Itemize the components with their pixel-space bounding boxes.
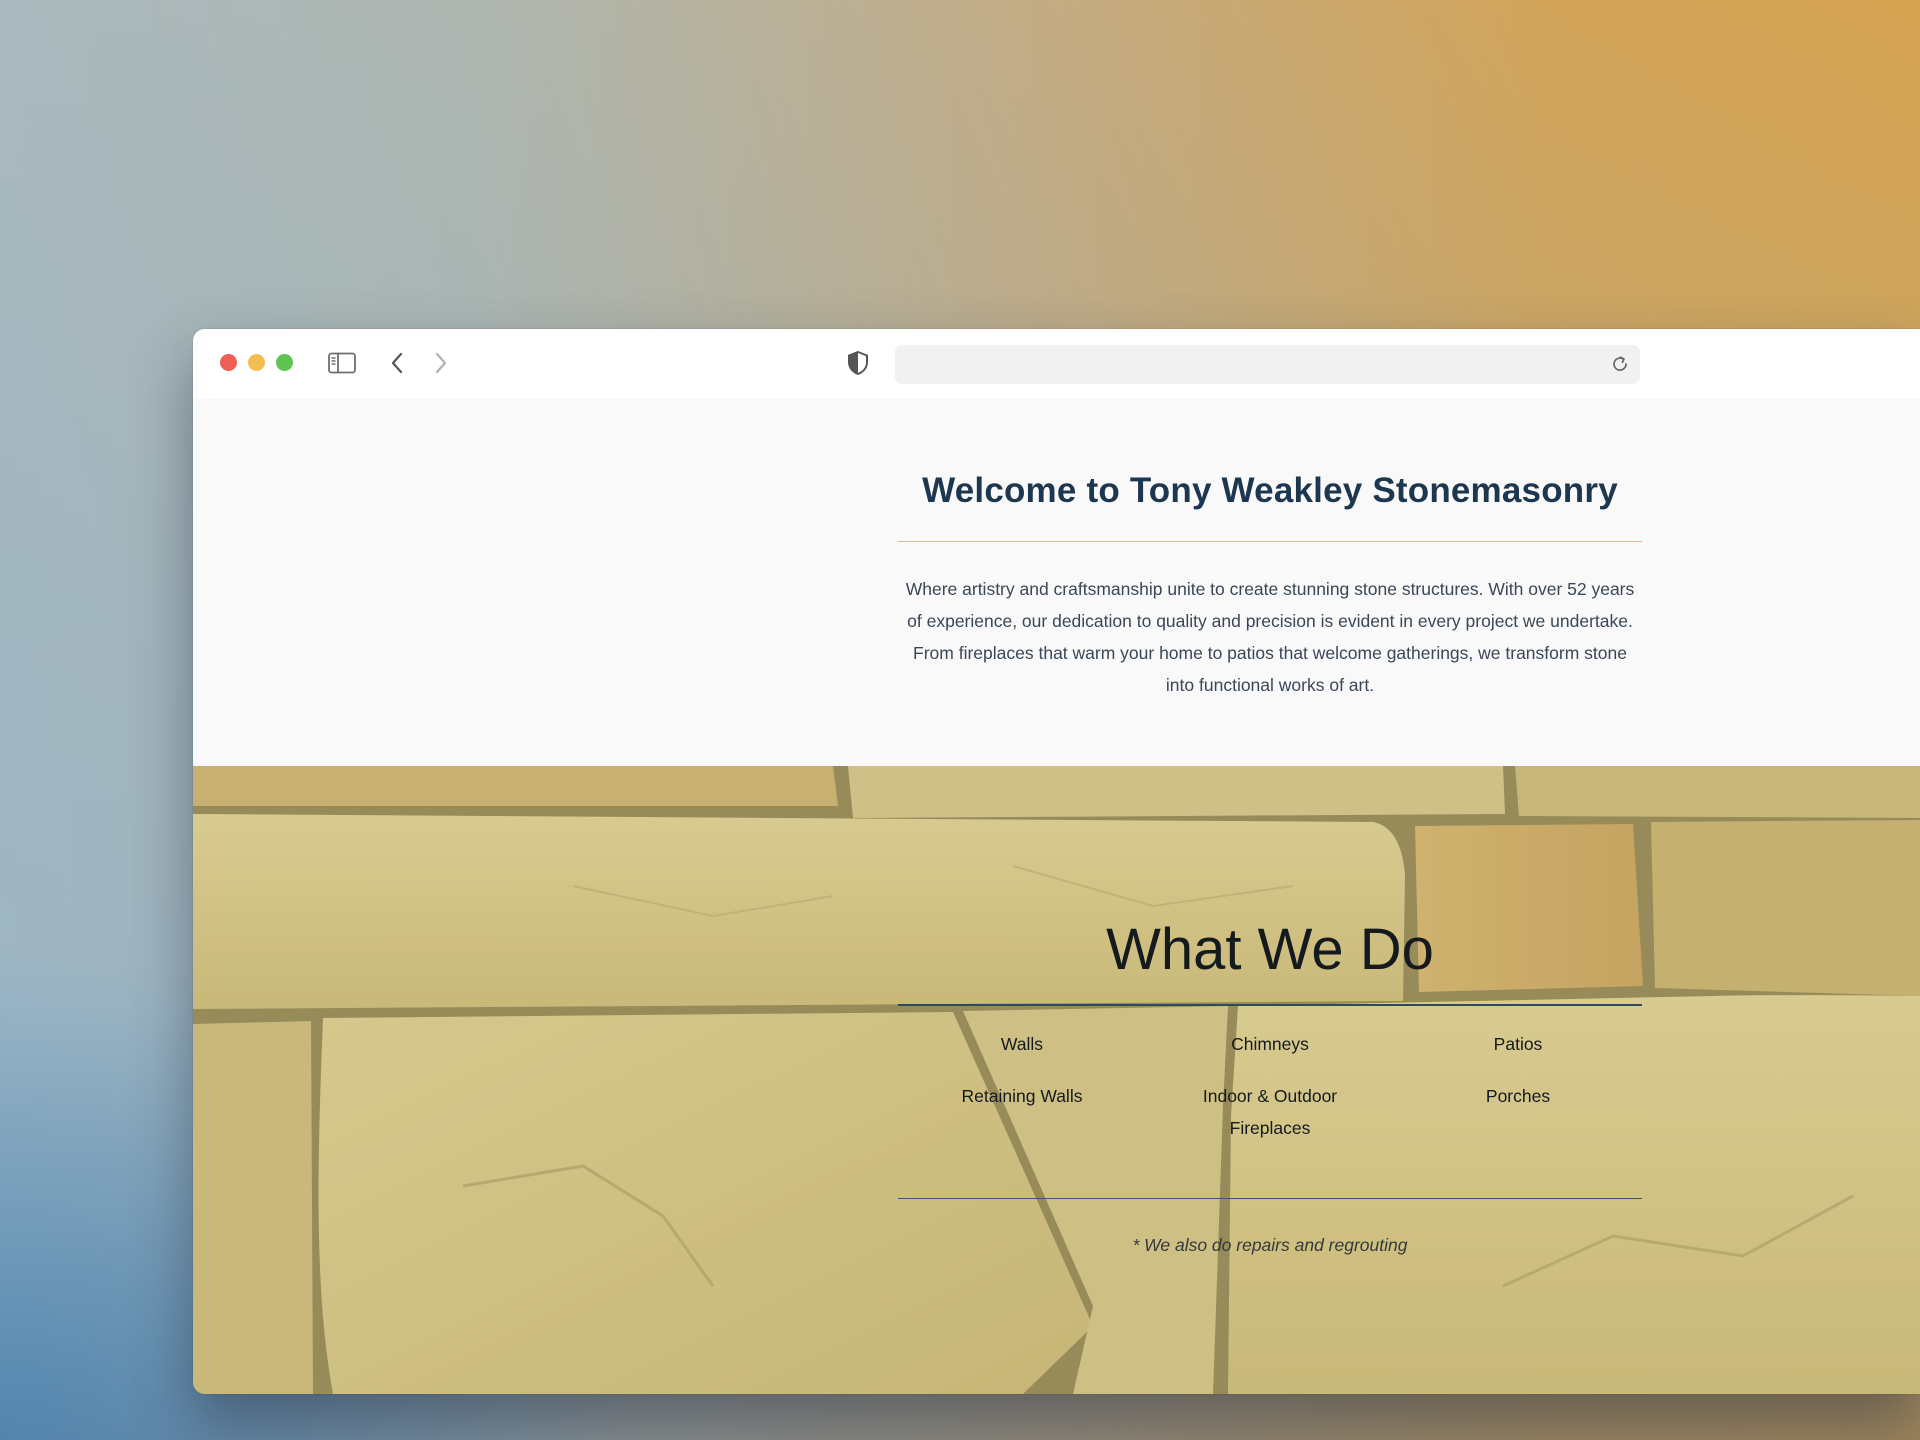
address-bar[interactable] <box>895 345 1640 384</box>
webpage: Welcome to Tony Weakley Stonemasonry Whe… <box>193 399 1920 1394</box>
welcome-title: Welcome to Tony Weakley Stonemasonry <box>922 471 1618 510</box>
welcome-text: Where artistry and craftsmanship unite t… <box>905 579 1635 695</box>
sidebar-toggle-icon[interactable] <box>327 349 357 377</box>
browser-toolbar <box>193 329 1920 399</box>
service-porches: Porches <box>1485 1086 1551 1106</box>
services-note: * We also do repairs and regrouting <box>1132 1235 1408 1255</box>
browser-window: Welcome to Tony Weakley Stonemasonry Whe… <box>193 329 1920 1394</box>
service-patios: Patios <box>1493 1034 1543 1054</box>
maximize-window-button[interactable] <box>276 354 293 371</box>
close-window-button[interactable] <box>220 354 237 371</box>
welcome-section: Welcome to Tony Weakley Stonemasonry Whe… <box>193 399 1920 766</box>
welcome-divider <box>898 541 1642 542</box>
service-retaining-walls: Retaining Walls <box>961 1086 1083 1106</box>
services-divider-bottom <box>898 1198 1642 1199</box>
minimize-window-button[interactable] <box>248 354 265 371</box>
service-walls: Walls <box>1000 1034 1044 1054</box>
service-chimneys: Chimneys <box>1231 1034 1309 1054</box>
services-list: Walls Chimneys Patios Retaining Walls In… <box>898 1028 1642 1144</box>
services-divider-top <box>898 1004 1642 1006</box>
services-title: What We Do <box>1106 917 1434 982</box>
services-section: What We Do Walls Chimneys Patios Retaini… <box>193 766 1920 1394</box>
forward-arrow-icon[interactable] <box>429 349 453 377</box>
back-arrow-icon[interactable] <box>385 349 409 377</box>
privacy-shield-icon[interactable] <box>845 349 871 377</box>
service-fireplaces: Indoor & Outdoor Fireplaces <box>1202 1086 1338 1138</box>
reload-icon[interactable] <box>1610 354 1630 374</box>
